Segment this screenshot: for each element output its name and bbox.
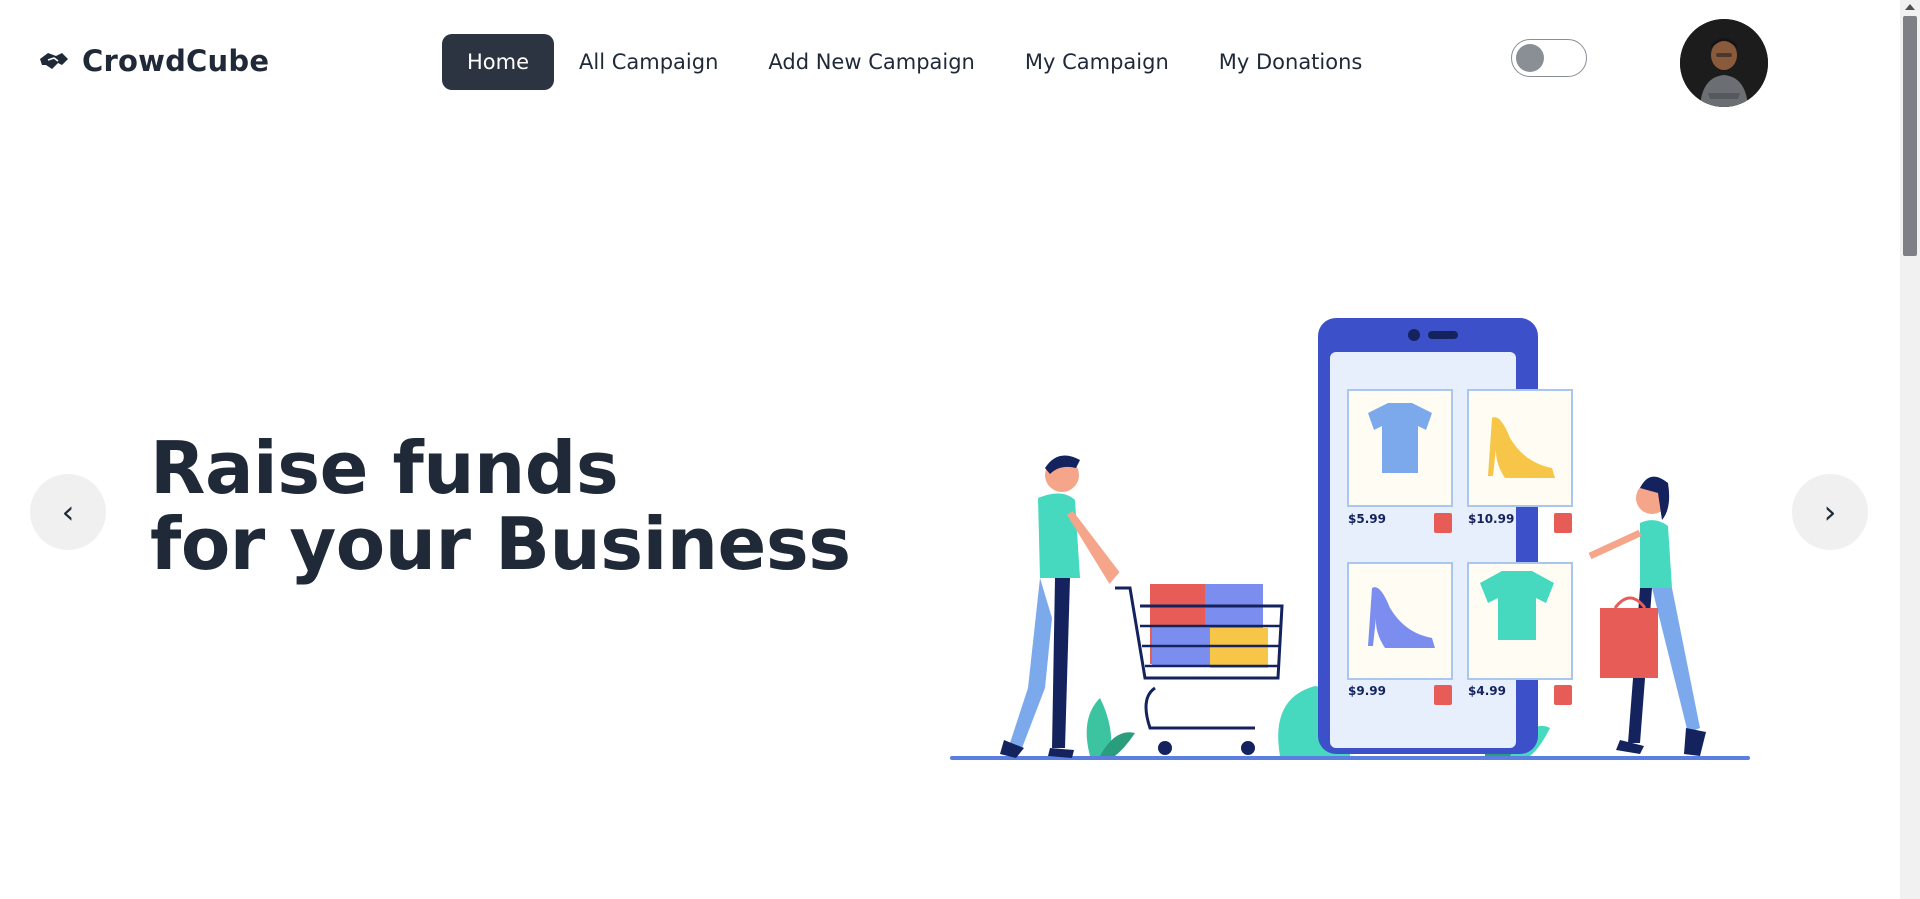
hero-title: Raise funds for your Business: [150, 430, 851, 582]
shopping-illustration: $5.99 $10.99 $9.99 $4.99: [950, 318, 1750, 760]
page-scrollbar[interactable]: [1900, 0, 1920, 899]
hero-carousel: ‹ Raise funds for your Business $5.99 $1…: [0, 128, 1900, 899]
hero-title-line-2: for your Business: [150, 502, 851, 586]
scroll-up-arrow-icon[interactable]: [1905, 4, 1915, 10]
navbar: CrowdCube Home All Campaign Add New Camp…: [0, 0, 1900, 128]
scroll-thumb[interactable]: [1903, 16, 1917, 256]
woman-figure: [1588, 476, 1706, 756]
carousel-prev-button[interactable]: ‹: [30, 474, 106, 550]
nav-item-my-donations[interactable]: My Donations: [1194, 34, 1388, 90]
shopping-cart: [1115, 584, 1284, 755]
toggle-knob: [1516, 44, 1544, 72]
carousel-next-button[interactable]: ›: [1792, 474, 1868, 550]
product-price-4: $4.99: [1468, 684, 1506, 698]
handshake-icon: [40, 53, 68, 69]
brand[interactable]: CrowdCube: [38, 44, 269, 78]
chevron-right-icon: ›: [1823, 493, 1837, 531]
avatar[interactable]: [1680, 19, 1768, 107]
product-price-2: $10.99: [1468, 512, 1514, 526]
nav-item-all-campaign[interactable]: All Campaign: [554, 34, 743, 90]
brand-name: CrowdCube: [82, 44, 270, 78]
theme-toggle[interactable]: [1511, 39, 1587, 77]
product-price-1: $5.99: [1348, 512, 1386, 526]
hero-title-line-1: Raise funds: [150, 426, 619, 510]
nav-item-add-new-campaign[interactable]: Add New Campaign: [743, 34, 999, 90]
nav-menu: Home All Campaign Add New Campaign My Ca…: [442, 34, 1387, 90]
user-avatar-icon: [1680, 19, 1768, 107]
product-price-3: $9.99: [1348, 684, 1386, 698]
nav-item-home[interactable]: Home: [442, 34, 555, 90]
nav-item-my-campaign[interactable]: My Campaign: [1000, 34, 1194, 90]
chevron-left-icon: ‹: [61, 493, 75, 531]
